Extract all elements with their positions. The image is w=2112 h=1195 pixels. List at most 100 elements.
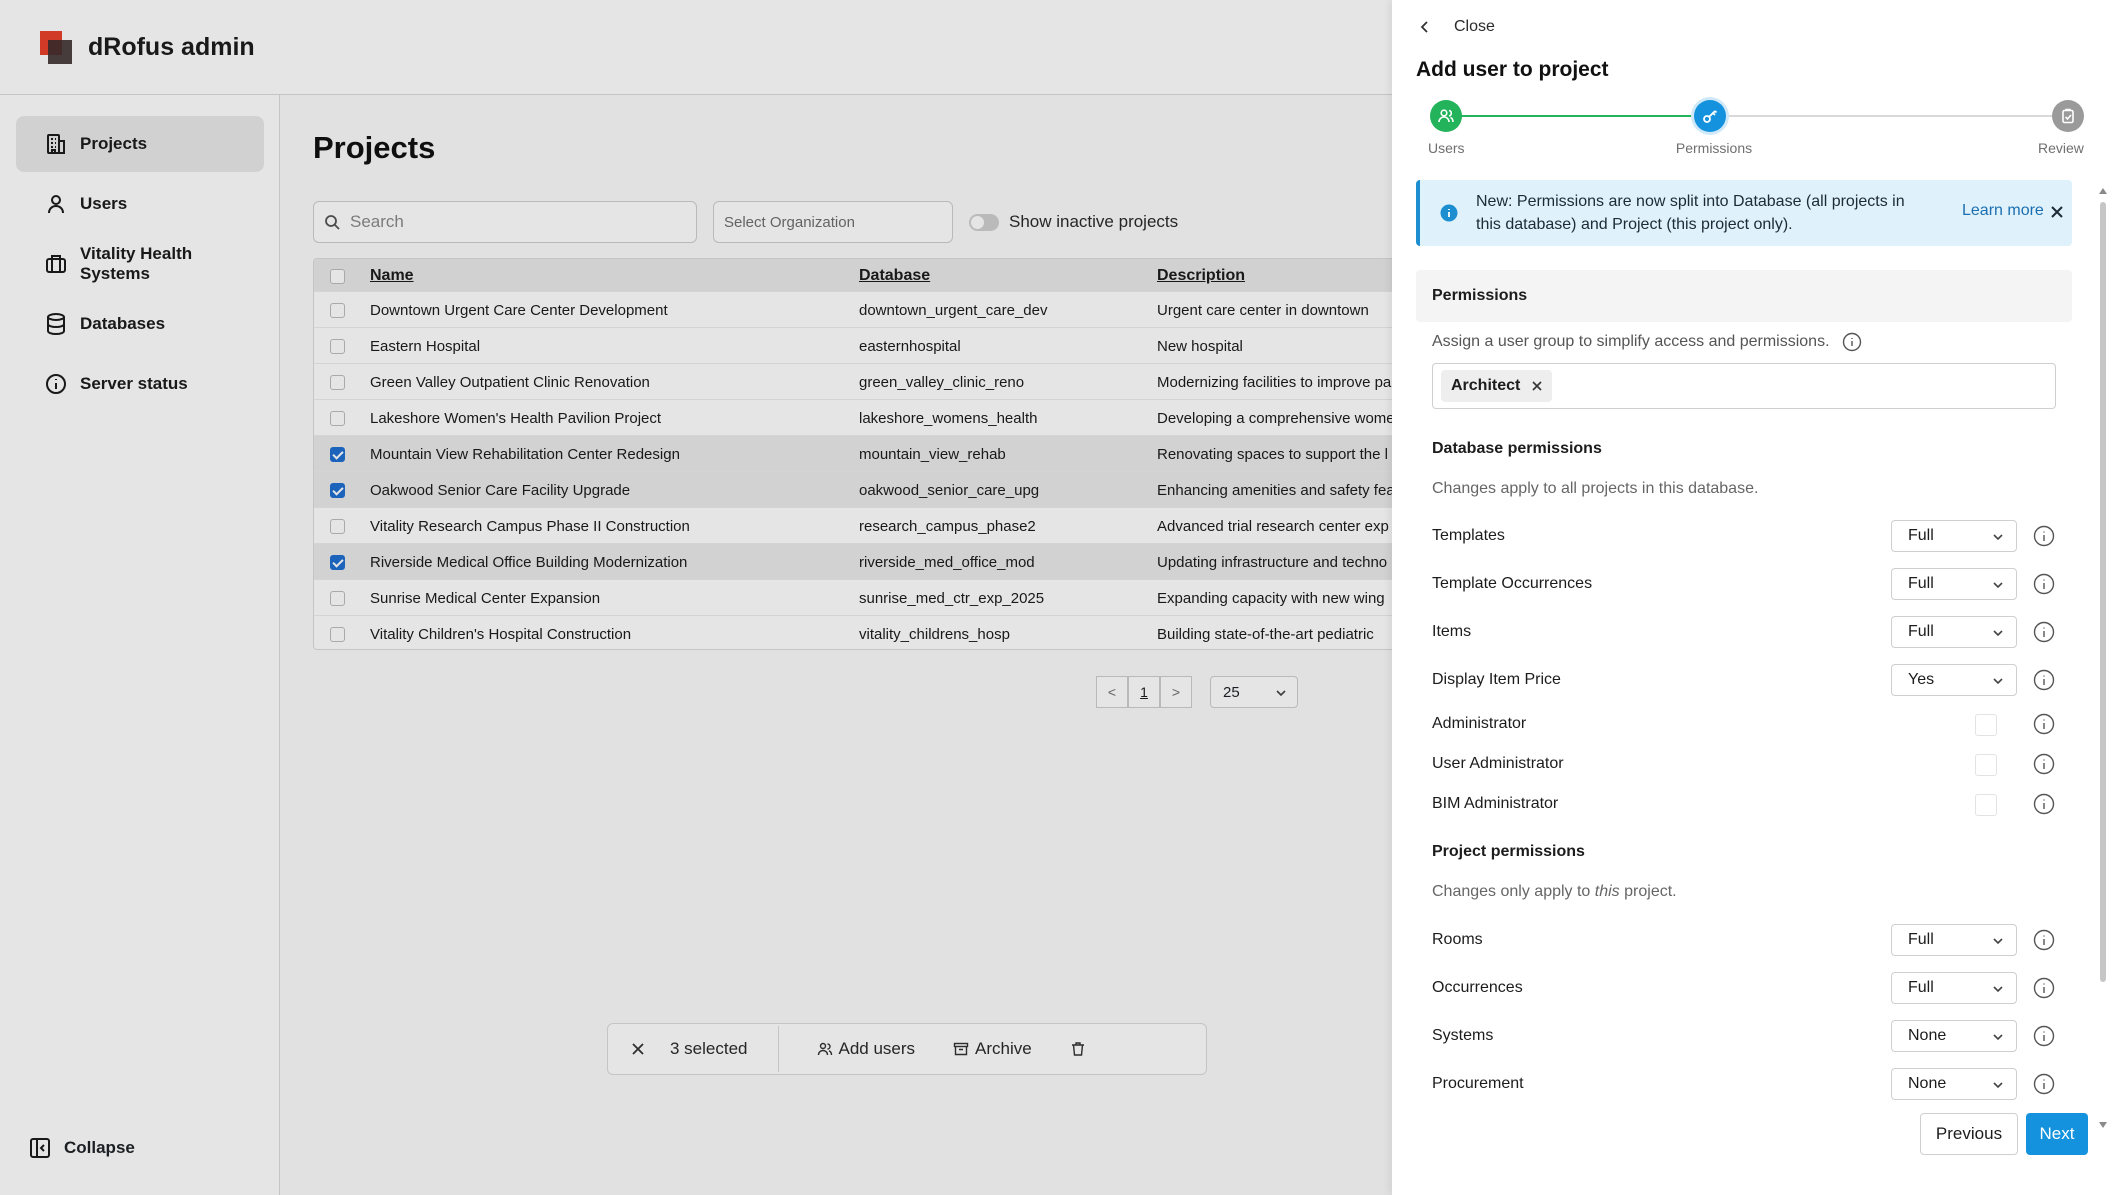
project-permissions-title: Project permissions bbox=[1432, 843, 1585, 860]
info-outline-icon[interactable] bbox=[2033, 713, 2055, 735]
info-outline-icon[interactable] bbox=[2033, 793, 2055, 815]
permission-row-user-administrator: User Administrator bbox=[1432, 748, 2056, 780]
step-permissions[interactable] bbox=[1694, 100, 1726, 132]
info-outline-icon[interactable] bbox=[2033, 929, 2055, 951]
info-outline-icon[interactable] bbox=[2033, 621, 2055, 643]
drawer-scrollbar[interactable] bbox=[2099, 188, 2107, 1128]
select-value: Full bbox=[1908, 623, 1934, 640]
database-permissions-note: Changes apply to all projects in this da… bbox=[1432, 480, 1759, 497]
previous-button[interactable]: Previous bbox=[1920, 1113, 2018, 1155]
user-group-tag: Architect bbox=[1441, 370, 1553, 402]
scrollbar-thumb[interactable] bbox=[2100, 202, 2106, 982]
bim-administrator-checkbox[interactable] bbox=[1975, 794, 1997, 816]
info-outline-icon[interactable] bbox=[2033, 669, 2055, 691]
permission-label: Rooms bbox=[1432, 931, 1483, 948]
select-value: Yes bbox=[1908, 671, 1935, 688]
procurement-select[interactable]: None bbox=[1891, 1068, 2017, 1100]
permission-label: Occurrences bbox=[1432, 979, 1523, 996]
administrator-checkbox[interactable] bbox=[1975, 714, 1997, 736]
select-value: None bbox=[1908, 1075, 1947, 1092]
permission-row-bim-administrator: BIM Administrator bbox=[1432, 788, 2056, 820]
info-outline-icon[interactable] bbox=[2033, 573, 2055, 595]
key-icon bbox=[1703, 110, 1718, 123]
modal-overlay[interactable] bbox=[0, 0, 1392, 1195]
permission-label: Template Occurrences bbox=[1432, 575, 1593, 592]
users-icon bbox=[1438, 109, 1454, 123]
chevron-down-icon bbox=[1993, 1034, 2003, 1041]
permission-label: BIM Administrator bbox=[1432, 795, 1559, 812]
permission-row-display-item-price: Display Item Price Yes bbox=[1432, 664, 2056, 696]
scroll-down-arrow[interactable] bbox=[2099, 1122, 2107, 1128]
project-permissions-note: Changes only apply to this project. bbox=[1432, 883, 1677, 900]
permission-label: User Administrator bbox=[1432, 755, 1564, 772]
info-outline-icon[interactable] bbox=[2033, 1073, 2055, 1095]
permission-row-occurrences: Occurrences Full bbox=[1432, 972, 2056, 1004]
permission-label: Procurement bbox=[1432, 1075, 1524, 1092]
permission-label: Administrator bbox=[1432, 715, 1527, 732]
chevron-down-icon bbox=[1993, 986, 2003, 993]
items-select[interactable]: Full bbox=[1891, 616, 2017, 648]
permission-row-items: Items Full bbox=[1432, 616, 2056, 648]
step-label-review: Review bbox=[2038, 140, 2084, 156]
info-outline-icon[interactable] bbox=[2033, 753, 2055, 775]
permission-label: Items bbox=[1432, 623, 1472, 640]
select-value: Full bbox=[1908, 979, 1934, 996]
close-button[interactable]: Close bbox=[1418, 18, 1495, 36]
drawer-title: Add user to project bbox=[1416, 58, 1609, 81]
chevron-down-icon bbox=[1993, 582, 2003, 589]
chevron-down-icon bbox=[1993, 534, 2003, 541]
permissions-header: Permissions bbox=[1416, 270, 2072, 322]
display-item-price-select[interactable]: Yes bbox=[1891, 664, 2017, 696]
close-label: Close bbox=[1454, 18, 1495, 35]
occurrences-select[interactable]: Full bbox=[1891, 972, 2017, 1004]
clipboard-check-icon bbox=[2062, 108, 2074, 124]
info-outline-icon[interactable] bbox=[2033, 525, 2055, 547]
add-user-drawer: Close Add user to project Users Permissi… bbox=[1392, 0, 2112, 1195]
remove-tag-icon[interactable] bbox=[1532, 381, 1542, 391]
chevron-down-icon bbox=[1993, 1082, 2003, 1089]
group-hint-text: Assign a user group to simplify access a… bbox=[1432, 333, 1830, 350]
learn-more-link[interactable]: Learn more bbox=[1962, 202, 2044, 220]
permission-row-templates: Templates Full bbox=[1432, 520, 2056, 552]
select-value: None bbox=[1908, 1027, 1947, 1044]
user-group-select[interactable]: Architect bbox=[1432, 363, 2056, 409]
next-button[interactable]: Next bbox=[2026, 1113, 2088, 1155]
info-outline-icon[interactable] bbox=[2033, 977, 2055, 999]
step-users[interactable] bbox=[1430, 100, 1462, 132]
info-outline-icon[interactable] bbox=[2033, 1025, 2055, 1047]
permission-row-systems: Systems None bbox=[1432, 1020, 2056, 1052]
permission-row-procurement: Procurement None bbox=[1432, 1068, 2056, 1100]
chevron-down-icon bbox=[1993, 678, 2003, 685]
user-administrator-checkbox[interactable] bbox=[1975, 754, 1997, 776]
templates-select[interactable]: Full bbox=[1891, 520, 2017, 552]
info-outline-icon[interactable] bbox=[1842, 332, 1862, 352]
rooms-select[interactable]: Full bbox=[1891, 924, 2017, 956]
permission-label: Systems bbox=[1432, 1027, 1494, 1044]
chevron-down-icon bbox=[1993, 630, 2003, 637]
select-value: Full bbox=[1908, 527, 1934, 544]
scroll-up-arrow[interactable] bbox=[2099, 188, 2107, 194]
systems-select[interactable]: None bbox=[1891, 1020, 2017, 1052]
info-banner: New: Permissions are now split into Data… bbox=[1416, 180, 2072, 246]
banner-text: New: Permissions are now split into Data… bbox=[1476, 193, 1905, 233]
permission-row-administrator: Administrator bbox=[1432, 708, 2056, 740]
group-hint: Assign a user group to simplify access a… bbox=[1432, 332, 1862, 352]
chevron-left-icon bbox=[1420, 21, 1428, 33]
permission-row-template-occurrences: Template Occurrences Full bbox=[1432, 568, 2056, 600]
permission-label: Templates bbox=[1432, 527, 1505, 544]
permissions-scroll-area[interactable]: Permissions Assign a user group to simpl… bbox=[1392, 270, 2112, 1100]
template-occurrences-select[interactable]: Full bbox=[1891, 568, 2017, 600]
permission-row-rooms: Rooms Full bbox=[1432, 924, 2056, 956]
chevron-down-icon bbox=[1993, 938, 2003, 945]
permission-label: Display Item Price bbox=[1432, 671, 1561, 688]
select-value: Full bbox=[1908, 575, 1934, 592]
step-connector-done bbox=[1446, 115, 1694, 117]
user-group-tag-label: Architect bbox=[1451, 377, 1521, 394]
step-label-users: Users bbox=[1428, 140, 1465, 156]
select-value: Full bbox=[1908, 931, 1934, 948]
database-permissions-title: Database permissions bbox=[1432, 440, 1602, 457]
stepper: Users Permissions Review bbox=[1392, 98, 2112, 158]
step-connector-pending bbox=[1726, 115, 2052, 117]
dismiss-banner-icon[interactable] bbox=[2050, 205, 2064, 219]
step-review[interactable] bbox=[2052, 100, 2084, 132]
